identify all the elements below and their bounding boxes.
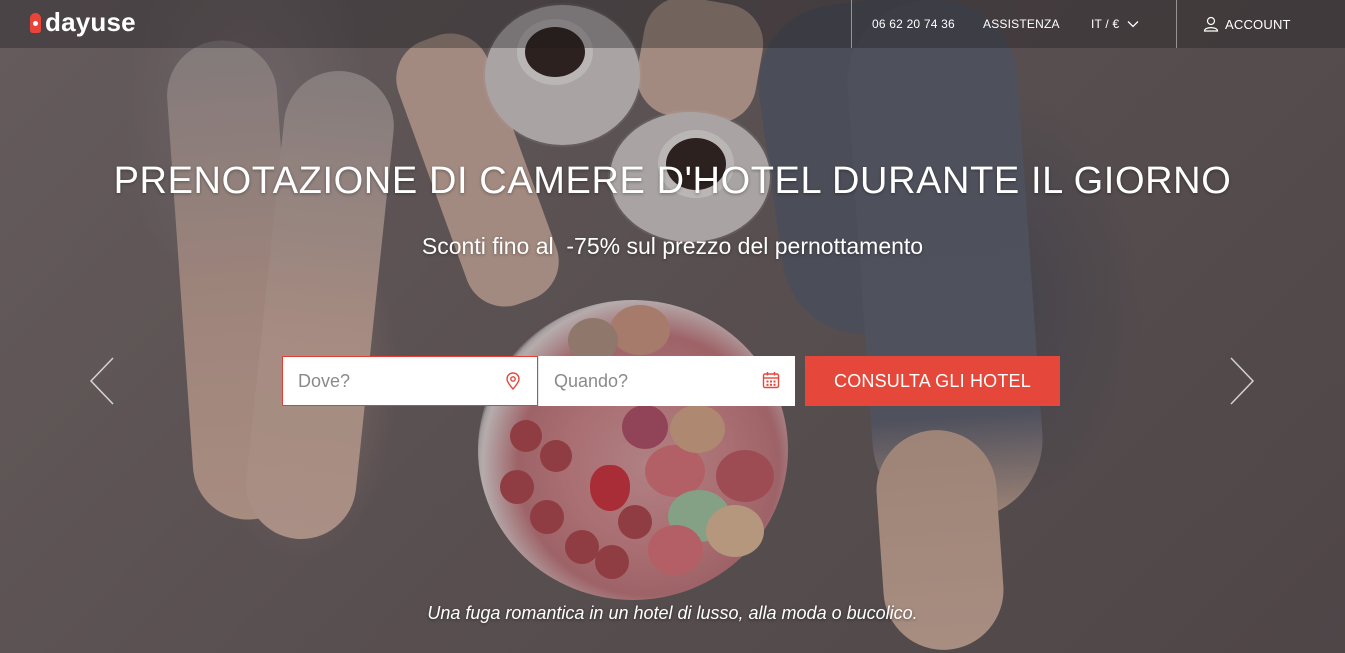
hero-title: PRENOTAZIONE DI CAMERE D'HOTEL DURANTE I… — [113, 160, 1232, 202]
nav-divider — [1176, 0, 1177, 48]
hero-subtitle: Sconti fino al -75% sul prezzo del perno… — [421, 233, 924, 259]
language-currency-label: IT / € — [1091, 17, 1120, 31]
logo-link[interactable]: dayuse — [30, 7, 136, 38]
calendar-icon — [762, 372, 780, 389]
logo-text: dayuse — [45, 7, 136, 37]
hero-background-image — [0, 0, 1345, 653]
hero-tagline: Una fuga romantica in un hotel di lusso,… — [427, 603, 918, 623]
map-pin-icon — [506, 372, 520, 391]
destination-input[interactable] — [283, 357, 537, 405]
language-currency-dropdown[interactable]: IT / € — [1091, 17, 1139, 31]
top-navigation-bar: dayuse 06 62 20 74 36 ASSISTENZA IT / € … — [0, 0, 1345, 48]
carousel-next-button[interactable] — [1228, 356, 1256, 406]
account-link[interactable]: ACCOUNT — [1203, 16, 1291, 32]
dayuse-logo-icon — [30, 12, 41, 33]
chevron-down-icon — [1127, 21, 1139, 28]
date-input[interactable] — [539, 356, 795, 406]
support-link[interactable]: ASSISTENZA — [983, 17, 1060, 31]
carousel-prev-button[interactable] — [88, 356, 116, 406]
nav-divider — [851, 0, 852, 48]
hero-overlay — [0, 0, 1345, 653]
search-hotels-button[interactable]: CONSULTA GLI HOTEL — [805, 356, 1060, 406]
account-label: ACCOUNT — [1225, 16, 1291, 32]
destination-field — [282, 356, 538, 406]
hotel-search-form — [282, 356, 795, 406]
user-icon — [1203, 16, 1219, 32]
phone-link[interactable]: 06 62 20 74 36 — [872, 17, 955, 31]
date-field — [538, 356, 795, 406]
